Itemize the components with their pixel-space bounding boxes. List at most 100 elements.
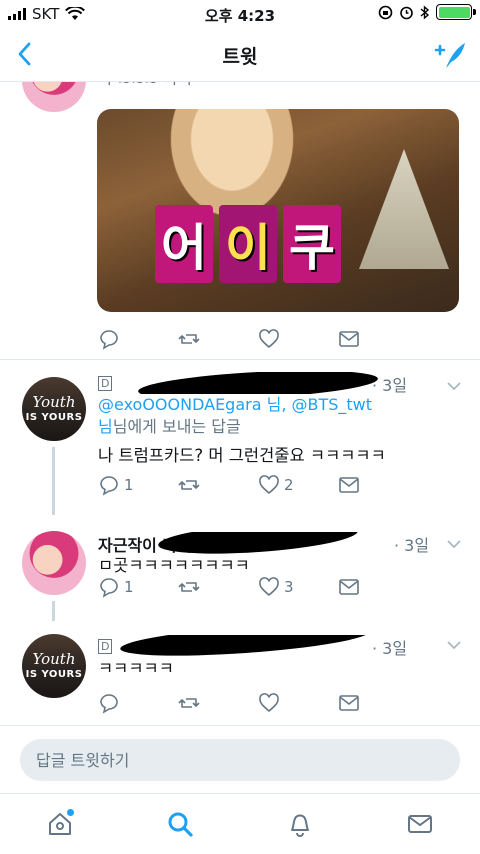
- image-background: [359, 149, 449, 269]
- replying-to: @exoOOONDAEgara 님, @BTS_twt 님님에게 보내는 답글: [98, 394, 464, 438]
- tweet-time: · 3일: [372, 639, 408, 657]
- like-count: 3: [284, 578, 294, 596]
- tweet-reply[interactable]: Youth IS YOURS D · 3일 ㅋㅋㅋㅋㅋ: [0, 621, 480, 725]
- tweet-actions: 1 3: [98, 573, 418, 601]
- reply-count: 1: [124, 578, 134, 596]
- tweet-reply[interactable]: Youth IS YOURS D · 3일 @exoOOONDAEgara 님,…: [0, 360, 480, 515]
- alarm-icon: [400, 6, 413, 19]
- mail-icon: [339, 579, 359, 595]
- reply-button[interactable]: [98, 689, 178, 717]
- retweet-button[interactable]: [178, 573, 258, 601]
- redaction-scribble: [157, 532, 359, 554]
- dm-button[interactable]: [338, 471, 418, 499]
- mail-icon: [339, 331, 359, 347]
- messages-icon: [408, 815, 432, 833]
- page-title: 트윗: [222, 46, 258, 68]
- tweet-actions: [98, 325, 418, 353]
- tab-search[interactable]: [150, 799, 210, 849]
- verified-marker: D: [98, 376, 113, 391]
- like-button[interactable]: 2: [258, 471, 338, 499]
- compose-tweet-icon[interactable]: [434, 38, 468, 72]
- tweet-header: D · 3일: [98, 372, 464, 394]
- heart-icon: [259, 329, 279, 349]
- tweet-original[interactable]: ㅋ ~~~ ㅋㅋ 어 이 쿠: [0, 82, 480, 360]
- verified-marker: D: [98, 639, 113, 654]
- retweet-icon: [178, 582, 200, 592]
- caption-char: 어: [155, 205, 213, 283]
- notifications-icon: [291, 814, 309, 837]
- avatar[interactable]: [22, 82, 86, 112]
- tab-home[interactable]: [30, 799, 90, 849]
- chevron-down-icon[interactable]: [446, 639, 462, 651]
- reply-input[interactable]: [20, 739, 460, 781]
- thread-line: [52, 601, 55, 621]
- tab-notifications[interactable]: [270, 799, 330, 849]
- reply-button[interactable]: 1: [98, 471, 178, 499]
- tweet-header: D · 3일: [98, 635, 464, 657]
- avatar-text: Youth: [32, 650, 76, 668]
- image-caption: 어 이 쿠: [155, 205, 341, 285]
- dm-button[interactable]: [338, 325, 418, 353]
- retweet-icon: [178, 480, 200, 490]
- like-button[interactable]: [258, 325, 338, 353]
- reply-count: 1: [124, 476, 134, 494]
- retweet-button[interactable]: [178, 325, 258, 353]
- reply-icon: [100, 694, 118, 714]
- avatar[interactable]: Youth IS YOURS: [22, 634, 86, 698]
- mention-suffix: 님: [98, 417, 113, 436]
- rotation-lock-icon: [378, 5, 393, 19]
- caption-char: 이: [219, 205, 277, 283]
- replying-suffix: 님에게 보내는 답글: [112, 417, 241, 436]
- like-button[interactable]: 3: [258, 573, 338, 601]
- redaction-scribble: [137, 372, 379, 394]
- like-count: 2: [284, 476, 294, 494]
- unread-dot: [67, 809, 74, 816]
- reply-icon: [100, 578, 118, 598]
- tweet-header: 자근작이 나비당 · 3일: [98, 532, 464, 554]
- battery-icon: [436, 4, 476, 20]
- retweet-button[interactable]: [178, 689, 258, 717]
- reply-icon: [100, 330, 118, 350]
- mail-icon: [339, 695, 359, 711]
- tweet-time: · 3일: [394, 536, 430, 554]
- tweet-text-partial: ㅋ ~~~ ㅋㅋ: [98, 82, 464, 90]
- heart-icon: [259, 475, 279, 495]
- retweet-icon: [178, 334, 200, 344]
- heart-icon: [259, 577, 279, 597]
- status-bar: SKT 오후 4:23: [0, 0, 480, 28]
- redaction-scribble: [119, 635, 371, 657]
- chevron-down-icon[interactable]: [446, 380, 462, 392]
- tweet-text: 나 트럼프카드? 머 그런건줄요 ㅋㅋㅋㅋㅋ: [98, 446, 386, 465]
- avatar[interactable]: Youth IS YOURS: [22, 377, 86, 441]
- avatar[interactable]: [22, 531, 86, 595]
- tweet-time: · 3일: [372, 376, 408, 394]
- reply-button[interactable]: [98, 325, 178, 353]
- tweet-actions: [98, 689, 418, 717]
- avatar-text: IS YOURS: [25, 412, 83, 423]
- mail-icon: [339, 477, 359, 493]
- mention-link[interactable]: @exoOOONDAEgara 님, @BTS_twt: [98, 395, 372, 414]
- chevron-down-icon[interactable]: [446, 538, 462, 550]
- reply-icon: [100, 476, 118, 496]
- nav-bar: 트윗: [0, 28, 480, 82]
- dm-button[interactable]: [338, 689, 418, 717]
- dm-button[interactable]: [338, 573, 418, 601]
- avatar-text: IS YOURS: [25, 669, 83, 680]
- retweet-icon: [178, 698, 200, 708]
- status-right: [378, 4, 476, 20]
- tab-messages[interactable]: [390, 799, 450, 849]
- search-icon: [168, 812, 193, 837]
- heart-icon: [259, 693, 279, 713]
- like-button[interactable]: [258, 689, 338, 717]
- tweet-reply[interactable]: 자근작이 나비당 · 3일 ㅁ곳ㅋㅋㅋㅋㅋㅋㅋㅋ 1 3: [0, 515, 480, 621]
- tweet-actions: 1 2: [98, 471, 418, 499]
- caption-char: 쿠: [283, 205, 341, 283]
- tweet-thread: ㅋ ~~~ ㅋㅋ 어 이 쿠 Youth IS YOURS D: [0, 82, 480, 725]
- thread-line: [52, 447, 55, 515]
- retweet-button[interactable]: [178, 471, 258, 499]
- reply-button[interactable]: 1: [98, 573, 178, 601]
- tweet-image[interactable]: 어 이 쿠: [97, 109, 459, 312]
- tweet-text: ㅋㅋㅋㅋㅋ: [98, 659, 174, 678]
- tab-bar: [0, 793, 480, 854]
- avatar-text: Youth: [32, 393, 76, 411]
